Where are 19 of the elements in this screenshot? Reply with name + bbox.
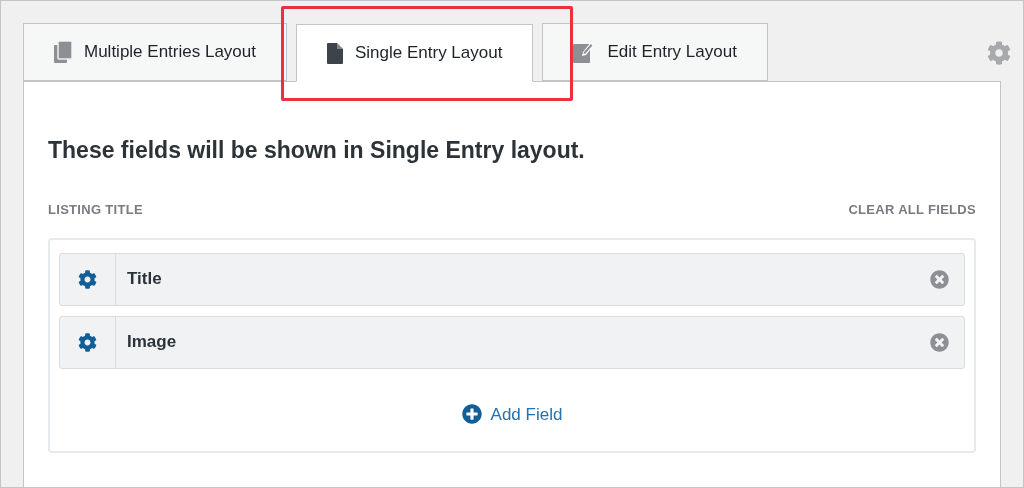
field-row[interactable]: Image [59,315,965,369]
plus-icon [461,404,482,425]
settings-icon[interactable] [78,269,97,289]
remove-icon[interactable] [930,332,949,352]
add-field-button[interactable]: Add Field [461,401,563,427]
remove-icon[interactable] [930,269,949,289]
panel-heading: These fields will be shown in Single Entry layout. [48,136,586,164]
clear-all-link[interactable]: CLEAR ALL FIELDS [848,200,976,220]
section-title: LISTING TITLE [48,201,143,219]
field-row[interactable]: Title [59,252,965,306]
edit-icon [573,41,596,63]
tab[interactable]: Multiple Entries Layout [23,23,287,81]
settings-icon[interactable] [78,332,97,352]
field-label: Image [127,331,178,354]
tab[interactable]: Single Entry Layout [296,24,534,82]
field-label: Title [127,268,163,291]
tab[interactable]: Edit Entry Layout [542,23,768,81]
page-icon [327,42,343,64]
copies-icon [54,41,72,63]
